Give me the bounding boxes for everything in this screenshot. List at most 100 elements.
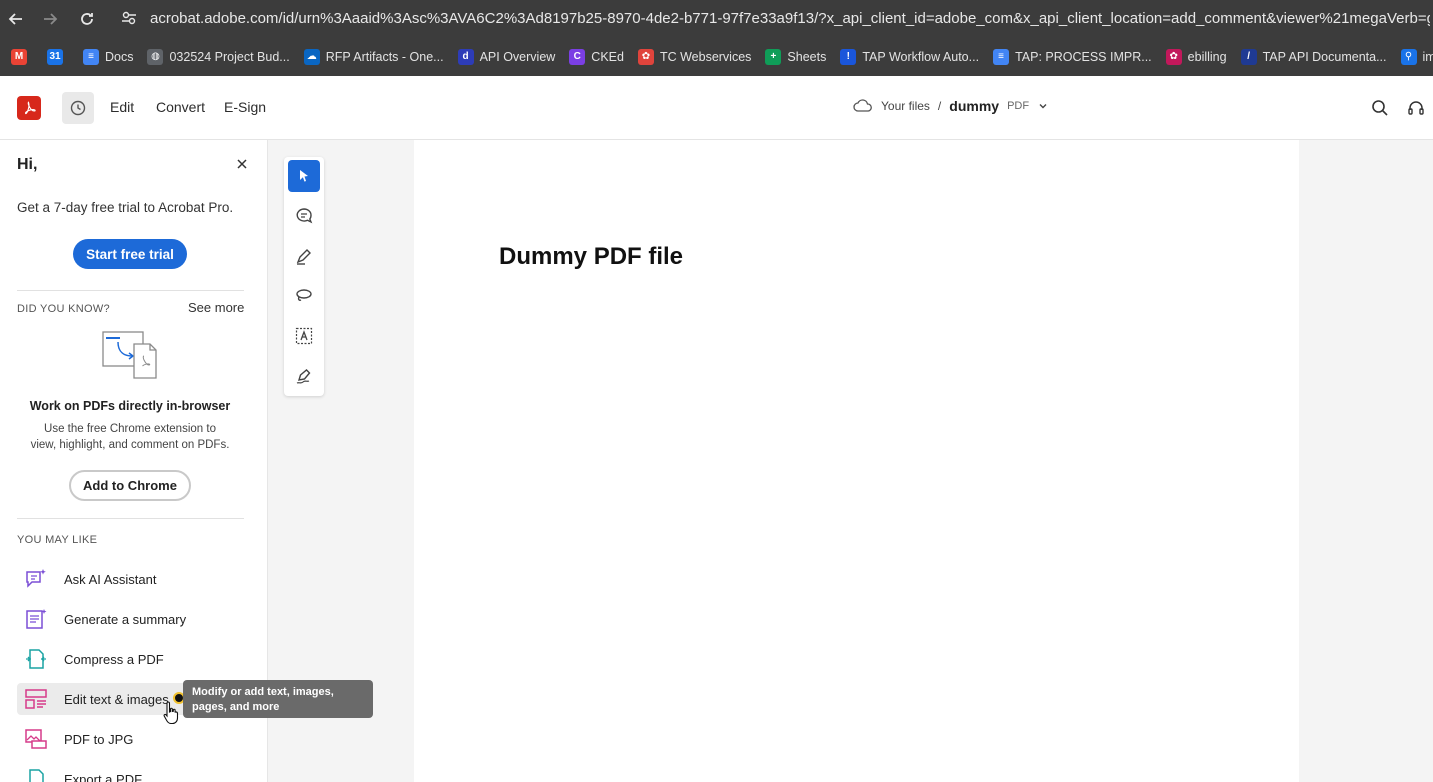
bookmark-favicon-icon: ☁ xyxy=(303,48,320,65)
bookmark-item[interactable]: / TAP API Documenta... xyxy=(1234,43,1394,71)
back-icon[interactable] xyxy=(4,7,28,31)
tool-compress-pdf[interactable]: Compress a PDF xyxy=(17,643,244,675)
bookmark-label: TAP Workflow Auto... xyxy=(862,49,980,64)
bookmark-favicon-icon: ≡ xyxy=(83,48,99,65)
bookmark-label: TAP API Documenta... xyxy=(1262,49,1387,64)
tool-pdf-to-jpg[interactable]: PDF to JPG xyxy=(17,723,244,755)
did-you-know-label: DID YOU KNOW? xyxy=(17,303,110,315)
bookmark-label: Sheets xyxy=(787,49,827,64)
did-you-know-title: Work on PDFs directly in-browser xyxy=(29,399,231,413)
breadcrumb: Your files / dummy PDF xyxy=(853,98,1049,114)
bookmark-label: CKEd xyxy=(591,49,624,64)
tool-label: Export a PDF xyxy=(64,771,143,782)
bookmark-label: TC Webservices xyxy=(659,49,752,64)
url-field[interactable]: acrobat.adobe.com/id/urn%3Aaaid%3Asc%3AV… xyxy=(150,10,1430,27)
bookmark-item[interactable]: M xyxy=(4,43,40,71)
add-to-chrome-button[interactable]: Add to Chrome xyxy=(69,470,191,501)
bookmark-item[interactable]: ≡ Docs xyxy=(76,43,140,71)
home-button[interactable] xyxy=(62,92,94,124)
bookmark-favicon-icon: ✿ xyxy=(637,48,654,65)
trial-message: Get a 7-day free trial to Acrobat Pro. xyxy=(17,200,234,215)
tooltip: Modify or add text, images, pages, and m… xyxy=(183,680,373,718)
pen-icon xyxy=(296,249,311,265)
bookmark-item[interactable]: ◍ 032524 Project Bud... xyxy=(140,43,296,71)
headset-icon[interactable] xyxy=(1406,98,1426,118)
bookmark-item[interactable]: + Sheets xyxy=(758,43,833,71)
bookmark-label: API Overview xyxy=(479,49,556,64)
bookmark-item[interactable]: d API Overview xyxy=(451,43,563,71)
lasso-icon xyxy=(296,289,312,301)
bookmark-favicon-icon: M xyxy=(11,48,27,65)
bookmark-item[interactable]: ≡ TAP: PROCESS IMPR... xyxy=(986,43,1159,71)
bookmark-favicon-icon: ≡ xyxy=(993,48,1010,65)
recent-icon xyxy=(70,100,86,116)
bookmark-label: ebilling xyxy=(1187,49,1227,64)
export-icon xyxy=(29,769,44,782)
menu-convert[interactable]: Convert xyxy=(156,99,205,115)
bookmark-favicon-icon: ⚲ xyxy=(1400,48,1417,65)
draw-tool-button[interactable] xyxy=(288,280,320,312)
bookmark-favicon-icon: + xyxy=(765,48,782,65)
bookmark-favicon-icon: C xyxy=(569,48,586,65)
close-icon[interactable] xyxy=(235,157,249,171)
document-name[interactable]: dummy xyxy=(949,98,999,114)
breadcrumb-your-files[interactable]: Your files xyxy=(881,99,930,113)
start-free-trial-button[interactable]: Start free trial xyxy=(73,239,187,269)
chevron-down-icon[interactable] xyxy=(1037,100,1049,112)
bookmark-favicon-icon: / xyxy=(1240,48,1257,65)
browser-chrome: acrobat.adobe.com/id/urn%3Aaaid%3Asc%3AV… xyxy=(0,0,1433,76)
reload-icon[interactable] xyxy=(75,7,99,31)
comment-tool-button[interactable] xyxy=(288,200,320,232)
bookmark-item[interactable]: ✿ ebilling xyxy=(1159,43,1234,71)
did-you-know-description: Use the free Chrome extension to view, h… xyxy=(30,423,230,451)
signature-pen-icon xyxy=(296,369,311,384)
bookmark-item[interactable]: 31 xyxy=(40,43,76,71)
sign-tool-button[interactable] xyxy=(288,360,320,392)
browser-pdf-illustration-icon xyxy=(100,330,162,380)
bookmark-label: TAP: PROCESS IMPR... xyxy=(1015,49,1152,64)
text-box-icon xyxy=(295,327,313,345)
bookmark-label: RFP Artifacts - One... xyxy=(325,49,444,64)
bookmark-item[interactable]: ☁ RFP Artifacts - One... xyxy=(297,43,451,71)
menu-esign[interactable]: E-Sign xyxy=(224,99,266,115)
menu-edit[interactable]: Edit xyxy=(110,99,134,115)
bookmark-item[interactable]: C CKEd xyxy=(562,43,631,71)
tool-ask-ai-assistant[interactable]: Ask AI Assistant xyxy=(17,563,244,595)
forward-icon[interactable] xyxy=(38,7,62,31)
tool-label: PDF to JPG xyxy=(64,731,134,747)
select-tool-button[interactable] xyxy=(288,160,320,192)
divider xyxy=(17,290,244,291)
bookmark-favicon-icon: ✿ xyxy=(1165,48,1182,65)
bookmark-label: 032524 Project Bud... xyxy=(169,49,290,64)
hand-cursor-icon xyxy=(163,700,179,726)
bookmark-item[interactable]: ✿ TC Webservices xyxy=(631,43,758,71)
highlight-tool-button[interactable] xyxy=(288,240,320,272)
edit-icon xyxy=(25,689,47,709)
cloud-icon xyxy=(853,99,872,112)
breadcrumb-separator: / xyxy=(937,99,942,113)
search-icon[interactable] xyxy=(1370,98,1390,118)
app-header: Edit Convert E-Sign Your files / dummy P… xyxy=(0,76,1433,140)
summary-icon xyxy=(26,609,47,629)
pdf-page-title: Dummy PDF file xyxy=(499,243,684,270)
acrobat-logo-icon[interactable] xyxy=(17,96,41,120)
cursor-arrow-icon xyxy=(300,170,308,182)
pdf-page[interactable]: Dummy PDF file xyxy=(414,140,1299,782)
see-more-link[interactable]: See more xyxy=(188,300,244,315)
tool-export-pdf[interactable]: Export a PDF xyxy=(17,763,244,782)
bookmark-favicon-icon: 31 xyxy=(47,48,63,65)
tool-label: Generate a summary xyxy=(64,611,187,627)
tool-label: Edit text & images xyxy=(64,691,169,707)
tool-generate-summary[interactable]: Generate a summary xyxy=(17,603,244,635)
bookmark-item[interactable]: ! TAP Workflow Auto... xyxy=(833,43,986,71)
bookmark-favicon-icon: d xyxy=(457,48,474,65)
divider xyxy=(17,518,244,519)
site-info-icon[interactable] xyxy=(120,9,138,32)
ai-assistant-icon xyxy=(26,569,46,588)
compress-icon xyxy=(26,649,46,669)
document-type: PDF xyxy=(1007,100,1030,112)
tool-label: Ask AI Assistant xyxy=(64,571,157,587)
bookmark-item[interactable]: ⚲ images xyxy=(1394,43,1433,71)
bookmark-favicon-icon: ◍ xyxy=(147,48,164,65)
text-box-tool-button[interactable] xyxy=(288,320,320,352)
